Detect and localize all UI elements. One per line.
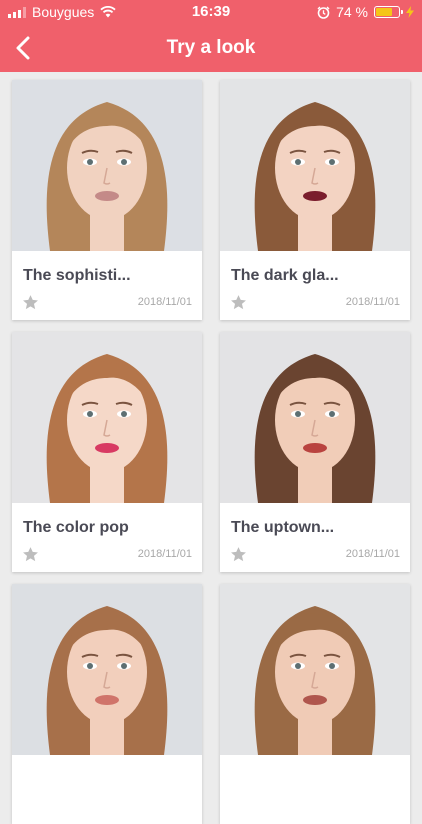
status-bar: Bouygues 16:39 74 % xyxy=(0,0,422,24)
battery-icon xyxy=(374,6,403,18)
favorite-star-icon[interactable] xyxy=(230,294,247,311)
look-photo xyxy=(12,80,202,251)
look-photo xyxy=(220,584,410,755)
navigation-bar: Try a look xyxy=(0,28,422,68)
battery-info: 74 % xyxy=(317,4,414,20)
favorite-star-icon[interactable] xyxy=(22,294,39,311)
look-card[interactable]: The sophisti... 2018/11/01 xyxy=(12,80,202,320)
favorite-star-icon[interactable] xyxy=(22,546,39,563)
look-date: 2018/11/01 xyxy=(345,548,400,560)
look-date: 2018/11/01 xyxy=(137,296,192,308)
look-card[interactable]: The color pop 2018/11/01 xyxy=(12,332,202,572)
look-name: The sophisti... xyxy=(23,267,131,284)
look-photo xyxy=(220,332,410,503)
look-date: 2018/11/01 xyxy=(137,548,192,560)
look-card[interactable] xyxy=(220,584,410,824)
look-photo xyxy=(12,584,202,755)
look-card[interactable]: The dark gla... 2018/11/01 xyxy=(220,80,410,320)
look-photo xyxy=(220,80,410,251)
charging-icon xyxy=(406,6,414,18)
look-name: The color pop xyxy=(23,519,129,536)
look-name: The dark gla... xyxy=(231,267,339,284)
look-card[interactable] xyxy=(12,584,202,824)
page-title: Try a look xyxy=(166,37,256,58)
battery-percent: 74 % xyxy=(336,4,368,20)
look-date: 2018/11/01 xyxy=(345,296,400,308)
app-header: Bouygues 16:39 74 % Try a look xyxy=(0,0,422,72)
look-photo xyxy=(12,332,202,503)
favorite-star-icon[interactable] xyxy=(230,546,247,563)
alarm-icon xyxy=(317,6,330,19)
look-card[interactable]: The uptown... 2018/11/01 xyxy=(220,332,410,572)
look-name: The uptown... xyxy=(231,519,335,536)
